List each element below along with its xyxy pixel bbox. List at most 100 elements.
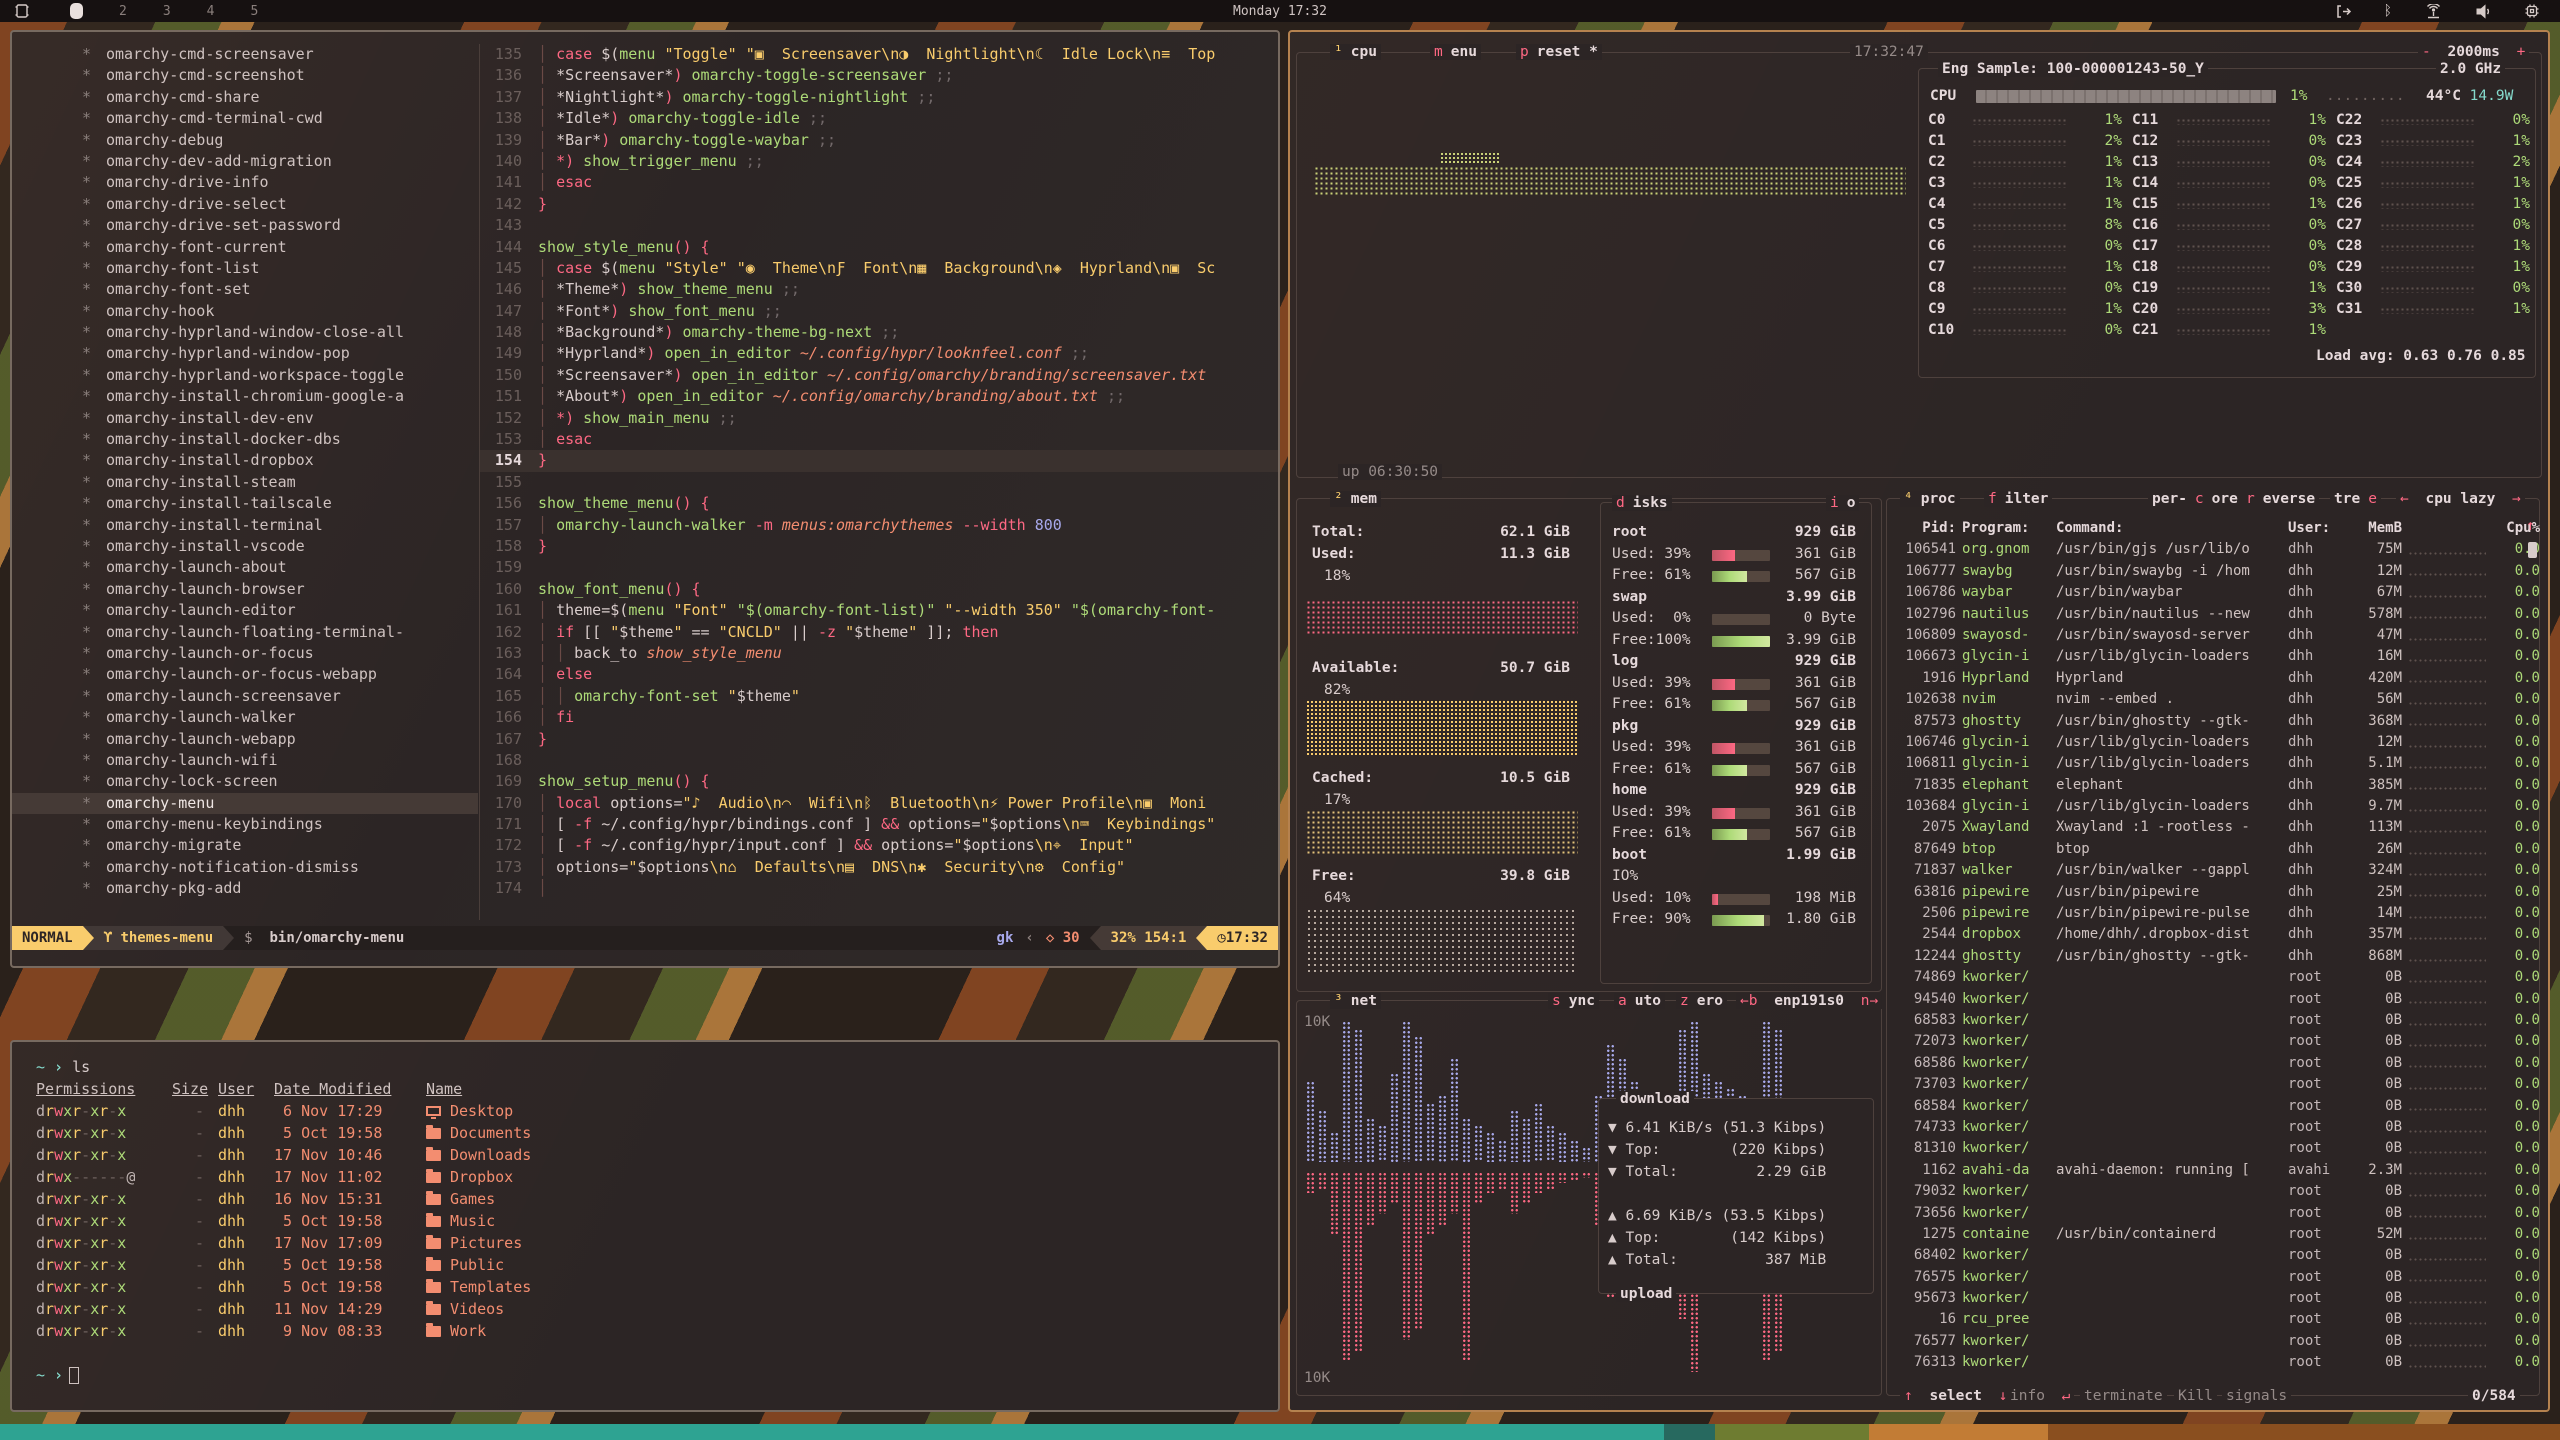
tree-item[interactable]: *omarchy-launch-screensaver (12, 686, 478, 707)
tree-item[interactable]: *omarchy-menu-keybindings (12, 814, 478, 835)
process-row[interactable]: 1275containe/usr/bin/containerdroot52M0.… (1896, 1224, 2532, 1245)
preset-button[interactable]: preset * (1516, 44, 1602, 61)
tree-item[interactable]: *omarchy-install-steam (12, 472, 478, 493)
proc-scrollbar[interactable] (2528, 542, 2537, 558)
tab-cpu[interactable]: ¹cpu (1330, 44, 1381, 61)
header-user[interactable]: User: (2288, 518, 2346, 539)
process-row[interactable]: 74869kworker/root0B0.0 (1896, 967, 2532, 988)
file-name-cell[interactable]: Dropbox (426, 1166, 1278, 1188)
tree-item[interactable]: *omarchy-drive-select (12, 194, 478, 215)
tree-item[interactable]: *omarchy-debug (12, 130, 478, 151)
process-row[interactable]: 106746glycin-i/usr/lib/glycin-loadersdhh… (1896, 732, 2532, 753)
process-row[interactable]: 2506pipewire/usr/bin/pipewire-pulsedhh14… (1896, 903, 2532, 924)
proc-sort-selector[interactable]: ← cpu lazy → (2396, 491, 2525, 508)
proc-kill-button[interactable]: Kill (2174, 1388, 2217, 1405)
process-row[interactable]: 72073kworker/root0B0.0 (1896, 1031, 2532, 1052)
menu-button[interactable]: menu (1430, 44, 1481, 61)
tree-item[interactable]: *omarchy-install-chromium-google-a (12, 386, 478, 407)
process-row[interactable]: 68583kworker/root0B0.0 (1896, 1010, 2532, 1031)
file-name-cell[interactable]: Public (426, 1254, 1278, 1276)
header-mem[interactable]: MemB (2352, 518, 2402, 539)
tree-item[interactable]: *omarchy-lock-screen (12, 771, 478, 792)
process-row[interactable]: 102638nvimnvim --embed .dhh56M0.0 (1896, 689, 2532, 710)
file-name-cell[interactable]: Desktop (426, 1100, 1278, 1122)
tab-mem[interactable]: ²mem (1330, 491, 1381, 508)
tree-item[interactable]: *omarchy-cmd-share (12, 87, 478, 108)
process-row[interactable]: 1162avahi-daavahi-daemon: running [avahi… (1896, 1160, 2532, 1181)
tab-net[interactable]: ³net (1330, 993, 1381, 1010)
file-name-cell[interactable]: Videos (426, 1298, 1278, 1320)
process-row[interactable]: 2544dropbox/home/dhh/.dropbox-distdhh357… (1896, 924, 2532, 945)
process-row[interactable]: 74733kworker/root0B0.0 (1896, 1117, 2532, 1138)
process-row[interactable]: 68586kworker/root0B0.0 (1896, 1053, 2532, 1074)
process-row[interactable]: 94540kworker/root0B0.0 (1896, 989, 2532, 1010)
process-row[interactable]: 81310kworker/root0B0.0 (1896, 1138, 2532, 1159)
tree-item[interactable]: *omarchy-hyprland-window-close-all (12, 322, 478, 343)
tree-item[interactable]: *omarchy-font-list (12, 258, 478, 279)
tree-item[interactable]: *omarchy-launch-or-focus-webapp (12, 664, 478, 685)
tree-item[interactable]: *omarchy-notification-dismiss (12, 857, 478, 878)
tree-item[interactable]: *omarchy-install-terminal (12, 515, 478, 536)
process-row[interactable]: 76577kworker/root0B0.0 (1896, 1331, 2532, 1352)
process-row[interactable]: 106673glycin-i/usr/lib/glycin-loadersdhh… (1896, 646, 2532, 667)
process-row[interactable]: 12244ghostty/usr/bin/ghostty --gtk-dhh86… (1896, 946, 2532, 967)
proc-tree-toggle[interactable]: tree (2330, 491, 2381, 508)
process-row[interactable]: 71835elephantelephantdhh385M0.0 (1896, 775, 2532, 796)
header-command[interactable]: Command: (2056, 518, 2282, 539)
tab-proc[interactable]: ⁴proc (1900, 491, 1960, 508)
process-row[interactable]: 95673kworker/root0B0.0 (1896, 1288, 2532, 1309)
net-interface-switcher[interactable]: ←b enp191s0 n→ (1736, 993, 1882, 1010)
net-auto-button[interactable]: auto (1614, 993, 1665, 1010)
file-name-cell[interactable]: Downloads (426, 1144, 1278, 1166)
process-row[interactable]: 76313kworker/root0B0.0 (1896, 1352, 2532, 1373)
proc-terminate-button[interactable]: terminate (2080, 1388, 2167, 1405)
proc-filter-button[interactable]: filter (1984, 491, 2052, 508)
tree-item[interactable]: *omarchy-install-tailscale (12, 493, 478, 514)
process-row[interactable]: 106541org.gnom/usr/bin/gjs /usr/lib/odhh… (1896, 539, 2532, 560)
tree-item[interactable]: *omarchy-launch-or-focus (12, 643, 478, 664)
update-interval-control[interactable]: - 2000ms + (2418, 44, 2529, 61)
file-name-cell[interactable]: Pictures (426, 1232, 1278, 1254)
process-row[interactable]: 73703kworker/root0B0.0 (1896, 1074, 2532, 1095)
tree-item[interactable]: *omarchy-launch-editor (12, 600, 478, 621)
tree-item[interactable]: *omarchy-drive-info (12, 172, 478, 193)
process-row[interactable]: 102796nautilus/usr/bin/nautilus --newdhh… (1896, 604, 2532, 625)
tree-item[interactable]: *omarchy-menu (12, 793, 478, 814)
tree-item[interactable]: *omarchy-install-docker-dbs (12, 429, 478, 450)
process-row[interactable]: 71837walker/usr/bin/walker --gappldhh324… (1896, 860, 2532, 881)
proc-reverse-toggle[interactable]: reverse (2242, 491, 2319, 508)
tree-item[interactable]: *omarchy-dev-add-migration (12, 151, 478, 172)
process-row[interactable]: 87649btopbtopdhh26M0.0 (1896, 839, 2532, 860)
tree-item[interactable]: *omarchy-launch-about (12, 557, 478, 578)
process-row[interactable]: 1916HyprlandHyprlanddhh420M0.0 (1896, 668, 2532, 689)
tree-item[interactable]: *omarchy-launch-wifi (12, 750, 478, 771)
process-row[interactable]: 79032kworker/root0B0.0 (1896, 1181, 2532, 1202)
proc-info-button[interactable]: info ↵ (2006, 1388, 2074, 1405)
file-name-cell[interactable]: Work (426, 1320, 1278, 1342)
process-row[interactable]: 87573ghostty/usr/bin/ghostty --gtk-dhh36… (1896, 711, 2532, 732)
tree-item[interactable]: *omarchy-launch-browser (12, 579, 478, 600)
process-row[interactable]: 106809swayosd-/usr/bin/swayosd-serverdhh… (1896, 625, 2532, 646)
tree-item[interactable]: *omarchy-install-dev-env (12, 408, 478, 429)
tree-item[interactable]: *omarchy-hyprland-window-pop (12, 343, 478, 364)
tree-item[interactable]: *omarchy-install-dropbox (12, 450, 478, 471)
tree-item[interactable]: *omarchy-hook (12, 301, 478, 322)
tree-item[interactable]: *omarchy-cmd-screenshot (12, 65, 478, 86)
process-row[interactable]: 16rcu_preeroot0B0.0 (1896, 1309, 2532, 1330)
process-row[interactable]: 2075XwaylandXwayland :1 -rootless -dhh11… (1896, 817, 2532, 838)
tree-item[interactable]: *omarchy-launch-walker (12, 707, 478, 728)
net-sync-button[interactable]: sync (1548, 993, 1599, 1010)
tree-item[interactable]: *omarchy-pkg-add (12, 878, 478, 899)
file-name-cell[interactable]: Games (426, 1188, 1278, 1210)
header-pid[interactable]: Pid: (1896, 518, 1956, 539)
tab-io[interactable]: io (1826, 495, 1859, 512)
tree-item[interactable]: *omarchy-drive-set-password (12, 215, 478, 236)
file-name-cell[interactable]: Documents (426, 1122, 1278, 1144)
file-name-cell[interactable]: Music (426, 1210, 1278, 1232)
process-row[interactable]: 106811glycin-i/usr/lib/glycin-loadersdhh… (1896, 753, 2532, 774)
tree-item[interactable]: *omarchy-migrate (12, 835, 478, 856)
file-name-cell[interactable]: Templates (426, 1276, 1278, 1298)
header-program[interactable]: Program: (1962, 518, 2050, 539)
tree-item[interactable]: *omarchy-launch-floating-terminal- (12, 622, 478, 643)
process-row[interactable]: 106786waybar/usr/bin/waybardhh67M0.0 (1896, 582, 2532, 603)
